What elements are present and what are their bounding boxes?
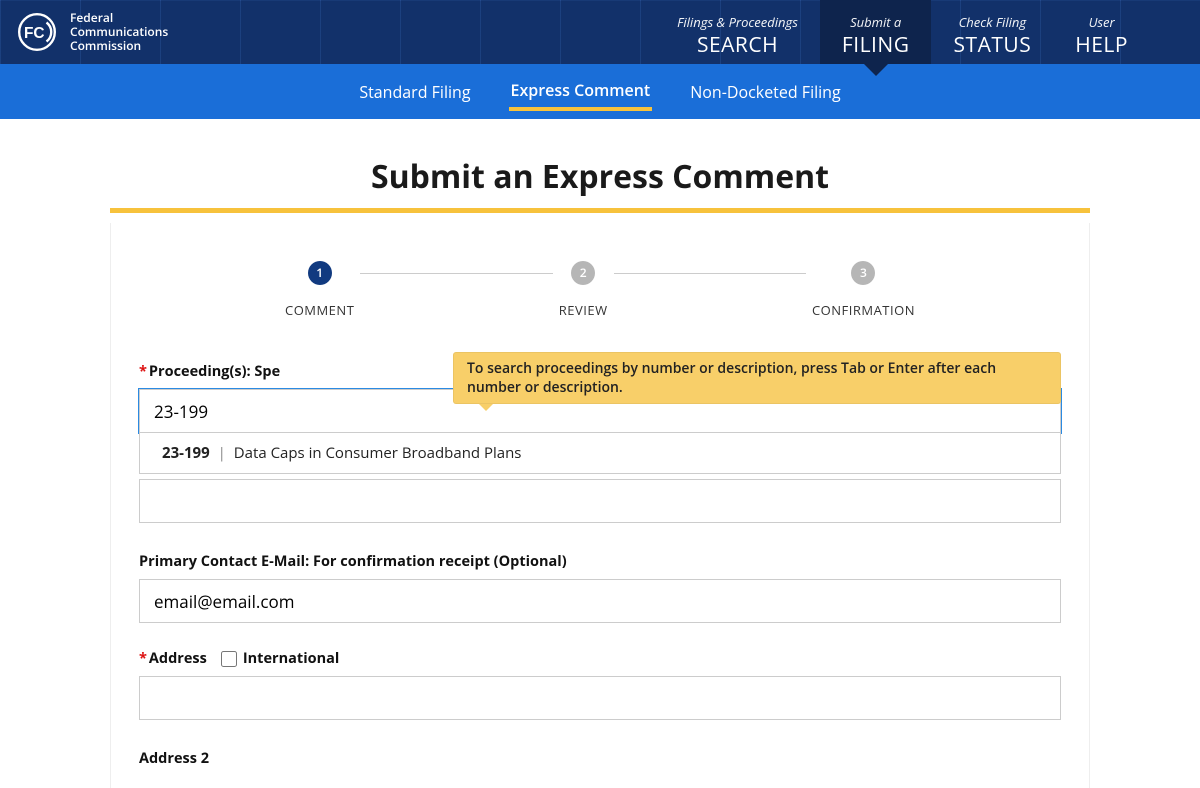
step-review: 2 REVIEW	[553, 261, 614, 319]
address2-field: Address 2	[139, 746, 1061, 768]
step-label: CONFIRMATION	[812, 301, 915, 319]
nav-tab-sup: Check Filing	[953, 13, 1031, 31]
nav-tab-main: SEARCH	[677, 31, 798, 59]
required-marker: *	[139, 649, 147, 668]
step-number: 3	[851, 261, 875, 285]
step-comment: 1 COMMENT	[279, 261, 360, 319]
address-field: *Address International	[139, 649, 1061, 720]
address-label-text: Address	[149, 649, 207, 668]
international-label-text: International	[243, 649, 339, 668]
nav-tab-help[interactable]: User HELP	[1053, 0, 1150, 64]
proceedings-tooltip: To search proceedings by number or descr…	[453, 352, 1061, 404]
international-checkbox-label[interactable]: International	[221, 649, 339, 668]
nav-tab-sup: User	[1075, 13, 1128, 31]
stepper: 1 COMMENT 2 REVIEW 3 CONFIRMATION	[279, 261, 921, 319]
step-confirmation: 3 CONFIRMATION	[806, 261, 921, 319]
nav-tab-search[interactable]: Filings & Proceedings SEARCH	[655, 0, 820, 64]
proceedings-label-text: Proceeding(s): Spe	[149, 362, 280, 381]
nav-tab-sup: Filings & Proceedings	[677, 13, 798, 31]
step-number: 2	[571, 261, 595, 285]
proceedings-autocomplete-option[interactable]: 23-199 | Data Caps in Consumer Broadband…	[139, 433, 1061, 474]
nav-tab-sup: Submit a	[842, 13, 910, 31]
nav-tab-main: STATUS	[953, 31, 1031, 59]
sub-nav: Standard Filing Express Comment Non-Dock…	[0, 64, 1200, 119]
address-input[interactable]	[139, 676, 1061, 720]
suggestion-number: 23-199	[162, 443, 210, 463]
nav-tab-main: FILING	[842, 31, 910, 59]
subnav-express-comment[interactable]: Express Comment	[509, 73, 653, 111]
step-label: COMMENT	[285, 301, 354, 319]
suggestion-separator: |	[218, 443, 226, 463]
step-label: REVIEW	[559, 301, 608, 319]
suggestion-title: Data Caps in Consumer Broadband Plans	[234, 443, 522, 463]
fcc-logo: FC	[18, 13, 56, 51]
subnav-non-docketed-filing[interactable]: Non-Docketed Filing	[688, 75, 842, 109]
proceedings-field: To search proceedings by number or descr…	[139, 359, 1061, 523]
form-card: 1 COMMENT 2 REVIEW 3 CONFIRMATION To sea…	[110, 223, 1090, 788]
nav-tab-main: HELP	[1075, 31, 1128, 59]
proceedings-chips-area[interactable]	[139, 479, 1061, 523]
nav-tab-status[interactable]: Check Filing STATUS	[931, 0, 1053, 64]
email-label: Primary Contact E-Mail: For confirmation…	[139, 552, 567, 571]
required-marker: *	[139, 362, 147, 381]
proceedings-label: *Proceeding(s): Spe	[139, 362, 280, 381]
step-number: 1	[308, 261, 332, 285]
agency-name: Federal Communications Commission	[70, 11, 168, 53]
email-field: Primary Contact E-Mail: For confirmation…	[139, 549, 1061, 623]
svg-text:FC: FC	[24, 25, 45, 42]
page-title: Submit an Express Comment	[110, 155, 1090, 213]
nav-tab-filing[interactable]: Submit a FILING	[820, 0, 932, 64]
top-header: FC Federal Communications Commission Fil…	[0, 0, 1200, 64]
address2-label: Address 2	[139, 749, 209, 768]
international-checkbox[interactable]	[221, 651, 237, 667]
page-container: Submit an Express Comment 1 COMMENT 2 RE…	[110, 119, 1090, 788]
email-input[interactable]	[139, 579, 1061, 623]
subnav-standard-filing[interactable]: Standard Filing	[357, 75, 472, 109]
primary-nav: Filings & Proceedings SEARCH Submit a FI…	[655, 0, 1150, 64]
logo-block: FC Federal Communications Commission	[0, 0, 168, 64]
address-label: *Address	[139, 649, 207, 668]
